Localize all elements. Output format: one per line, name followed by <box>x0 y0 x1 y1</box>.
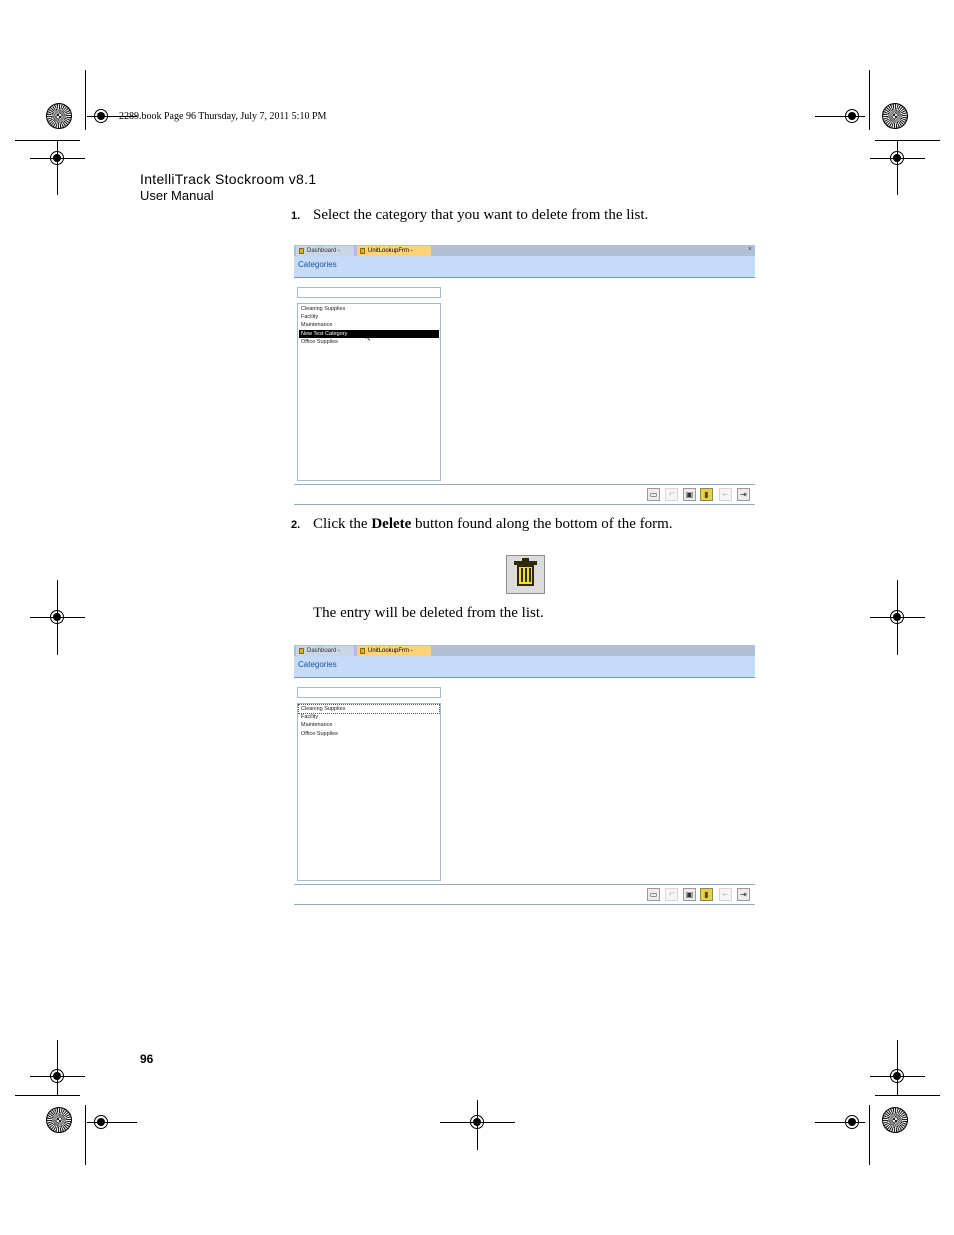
form-icon <box>360 648 365 654</box>
print-slug: 2289.book Page 96 Thursday, July 7, 2011… <box>119 111 327 122</box>
list-item[interactable]: Facility <box>299 313 439 321</box>
undo-icon[interactable]: ↶ <box>665 888 678 901</box>
step-number: 2. <box>291 519 301 531</box>
page-number: 96 <box>140 1052 154 1066</box>
category-list[interactable]: Cleaning Supplies Facility Maintenance N… <box>297 303 441 481</box>
screenshot-before: Dashboard - DEMO UnitLookupFrm - DEMO × … <box>294 245 755 506</box>
rosette-mark <box>882 103 908 129</box>
back-icon[interactable]: ← <box>719 488 732 501</box>
list-item[interactable]: Maintenance <box>299 321 439 329</box>
new-record-icon[interactable]: ▭ <box>647 888 660 901</box>
back-icon[interactable]: ← <box>719 888 732 901</box>
delete-icon[interactable]: ▮ <box>700 888 713 901</box>
tab-dashboard[interactable]: Dashboard - DEMO <box>296 646 354 664</box>
form-icon <box>299 648 304 654</box>
step-text-bold: Delete <box>371 516 412 532</box>
step-number: 1. <box>291 210 301 222</box>
form-title: Categories <box>298 660 337 669</box>
new-record-icon[interactable]: ▭ <box>647 488 660 501</box>
search-input[interactable] <box>297 687 441 698</box>
mouse-cursor-icon: ↖ <box>364 334 372 344</box>
form-icon <box>299 248 304 254</box>
form-title: Categories <box>298 260 337 269</box>
screenshot-after: Dashboard - DEMO UnitLookupFrm - DEMO Ca… <box>294 645 755 906</box>
header-title: IntelliTrack Stockroom v8.1 <box>140 171 317 187</box>
rosette-mark <box>882 1107 908 1133</box>
header-subtitle: User Manual <box>140 188 214 203</box>
exit-icon[interactable]: ⇥ <box>737 888 750 901</box>
delete-icon[interactable]: ▮ <box>700 488 713 501</box>
close-icon[interactable]: × <box>748 245 752 255</box>
form-header: Categories <box>294 256 755 278</box>
rosette-mark <box>46 1107 72 1133</box>
form-icon <box>360 248 365 254</box>
tab-unitlookupfrm[interactable]: UnitLookupFrm - DEMO <box>357 246 431 264</box>
save-icon[interactable]: ▣ <box>683 488 696 501</box>
list-item[interactable]: Facility <box>299 713 439 721</box>
step-text: Select the category that you want to del… <box>313 207 649 223</box>
list-item[interactable]: Maintenance <box>299 721 439 729</box>
save-icon[interactable]: ▣ <box>683 888 696 901</box>
tab-unitlookupfrm[interactable]: UnitLookupFrm - DEMO <box>357 646 431 664</box>
undo-icon[interactable]: ↶ <box>665 488 678 501</box>
category-list[interactable]: Cleaning Supplies Facility Maintenance O… <box>297 703 441 881</box>
list-item[interactable]: Cleaning Supplies <box>298 704 440 714</box>
search-input[interactable] <box>297 287 441 298</box>
tab-bar: Dashboard - DEMO UnitLookupFrm - DEMO <box>294 645 755 664</box>
step-text: Click the Delete button found along the … <box>313 516 673 533</box>
result-text: The entry will be deleted from the list. <box>313 605 544 621</box>
step-text-part: button found along the bottom of the for… <box>411 516 673 532</box>
tab-bar: Dashboard - DEMO UnitLookupFrm - DEMO × <box>294 245 755 264</box>
step-text-part: Click the <box>313 516 372 532</box>
rosette-mark <box>46 103 72 129</box>
tab-dashboard[interactable]: Dashboard - DEMO <box>296 246 354 264</box>
list-item[interactable]: Cleaning Supplies <box>299 305 439 313</box>
list-item[interactable]: Office Supplies <box>299 730 439 738</box>
form-header: Categories <box>294 656 755 678</box>
exit-icon[interactable]: ⇥ <box>737 488 750 501</box>
delete-button[interactable] <box>506 555 545 594</box>
